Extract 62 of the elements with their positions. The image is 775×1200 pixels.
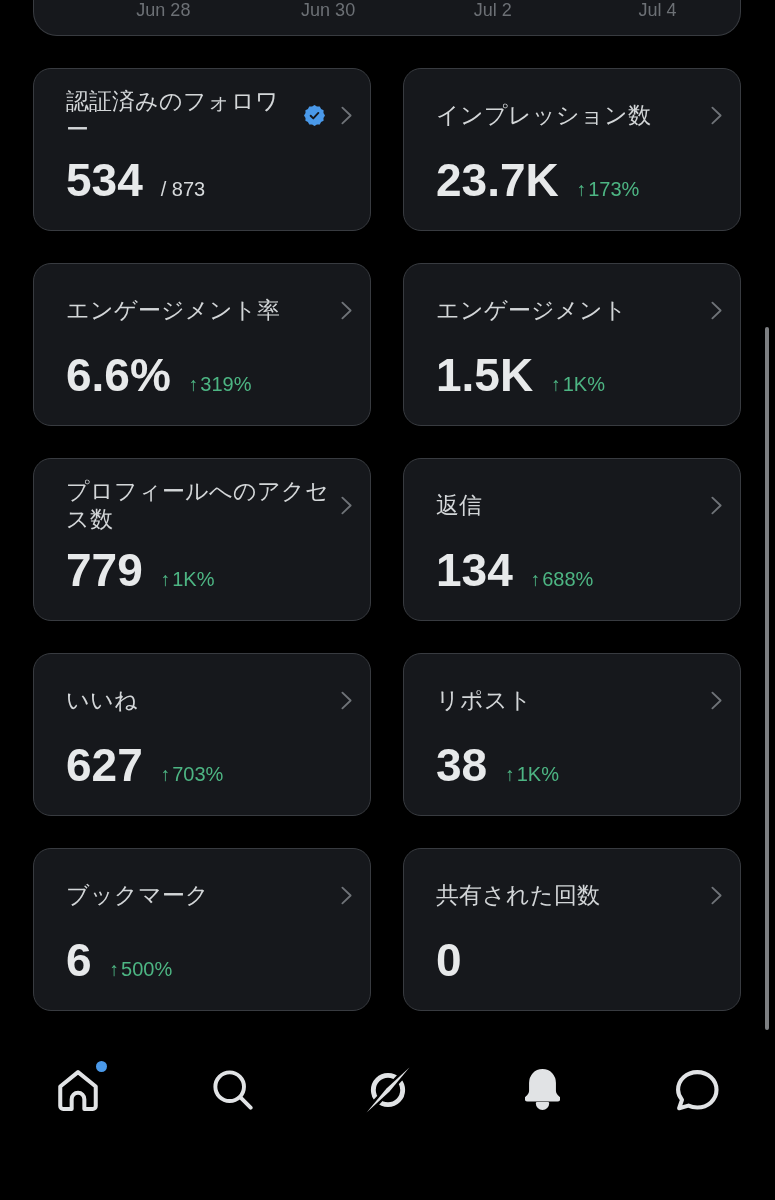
chevron-right-icon	[711, 690, 722, 710]
stat-title: いいね	[66, 686, 139, 714]
axis-label: Jul 4	[638, 0, 677, 20]
stat-card[interactable]: いいね 627 ↑703%	[33, 653, 371, 816]
trend-arrow: ↑	[160, 764, 171, 786]
scrollbar[interactable]	[765, 327, 769, 1030]
chevron-right-icon	[341, 885, 352, 905]
change-percent: 703%	[172, 763, 224, 786]
stat-value: 23.7K	[436, 154, 559, 206]
stat-card[interactable]: エンゲージメント 1.5K ↑1K%	[403, 263, 741, 426]
change-percent: 1K%	[516, 763, 559, 786]
stat-card[interactable]: インプレッション数 23.7K ↑173%	[403, 68, 741, 231]
stat-value: 1.5K	[436, 349, 534, 401]
change-percent: 500%	[121, 958, 173, 981]
stat-value: 6.6%	[66, 349, 171, 401]
stat-value: 0	[436, 934, 462, 986]
stat-title: エンゲージメント率	[66, 296, 281, 324]
stat-value: 134	[436, 544, 513, 596]
stat-value: 6	[66, 934, 92, 986]
stat-title: エンゲージメント	[436, 296, 628, 324]
stat-card[interactable]: 認証済みのフォロワー 534 / 873	[33, 68, 371, 231]
stat-title: 返信	[436, 491, 483, 519]
chevron-right-icon	[711, 885, 722, 905]
chevron-right-icon	[711, 300, 722, 320]
change-percent: 1K%	[562, 373, 605, 396]
stat-title: ブックマーク	[66, 881, 210, 909]
stat-card[interactable]: 返信 134 ↑688%	[403, 458, 741, 621]
stat-value: 534	[66, 154, 143, 206]
stat-card[interactable]: 共有された回数 0	[403, 848, 741, 1011]
stat-value: 627	[66, 739, 143, 791]
chevron-right-icon	[341, 690, 352, 710]
chevron-right-icon	[711, 495, 722, 515]
trend-arrow: ↑	[188, 374, 199, 396]
trend-arrow: ↑	[576, 179, 587, 201]
trend-arrow: ↑	[530, 569, 541, 591]
trend-arrow: ↑	[160, 569, 171, 591]
axis-label: Jun 30	[301, 0, 356, 20]
stat-title: インプレッション数	[436, 101, 652, 129]
trend-arrow: ↑	[109, 959, 120, 981]
chevron-right-icon	[711, 105, 722, 125]
stat-card[interactable]: プロフィールへのアクセス数 779 ↑1K%	[33, 458, 371, 621]
stat-value: 38	[436, 739, 488, 791]
stat-title: リポスト	[436, 686, 533, 714]
stat-card[interactable]: エンゲージメント率 6.6% ↑319%	[33, 263, 371, 426]
trend-arrow: ↑	[551, 374, 561, 396]
stat-card[interactable]: ブックマーク 6 ↑500%	[33, 848, 371, 1011]
stat-card[interactable]: リポスト 38 ↑1K%	[403, 653, 741, 816]
stat-total: / 873	[160, 178, 206, 201]
chevron-right-icon	[341, 495, 352, 515]
stat-title: プロフィールへのアクセス数	[66, 477, 330, 533]
stat-title: 認証済みのフォロワー	[66, 87, 280, 143]
stat-value: 779	[66, 544, 143, 596]
trend-arrow: ↑	[505, 764, 515, 786]
chevron-right-icon	[341, 300, 352, 320]
change-percent: 1K%	[172, 568, 215, 591]
axis-label: Jun 28	[136, 0, 191, 20]
stat-title: 共有された回数	[436, 881, 601, 909]
axis-label: Jul 2	[473, 0, 512, 20]
change-percent: 319%	[200, 373, 252, 396]
change-percent: 688%	[542, 568, 594, 591]
chevron-right-icon	[341, 105, 352, 125]
change-percent: 173%	[588, 178, 640, 201]
